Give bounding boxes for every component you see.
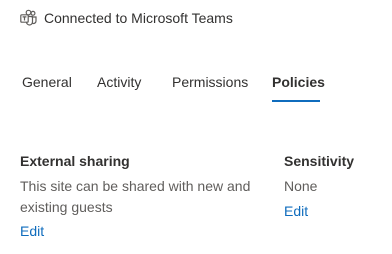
tab-bar: General Activity Permissions Policies <box>0 70 392 104</box>
microsoft-teams-icon <box>20 9 38 27</box>
sensitivity-title: Sensitivity <box>284 153 355 169</box>
tab-activity[interactable]: Activity <box>97 70 141 94</box>
teams-connection-status: Connected to Microsoft Teams <box>20 8 233 28</box>
teams-connection-label: Connected to Microsoft Teams <box>44 10 233 26</box>
sensitivity-value: None <box>284 178 318 194</box>
tab-permissions[interactable]: Permissions <box>172 70 248 94</box>
tab-general[interactable]: General <box>22 70 72 94</box>
active-tab-indicator <box>272 100 320 102</box>
external-sharing-edit-link[interactable]: Edit <box>20 223 44 239</box>
external-sharing-description: This site can be shared with new and exi… <box>20 178 251 215</box>
tab-policies[interactable]: Policies <box>272 70 325 94</box>
sensitivity-edit-link[interactable]: Edit <box>284 203 308 219</box>
external-sharing-title: External sharing <box>20 153 130 169</box>
